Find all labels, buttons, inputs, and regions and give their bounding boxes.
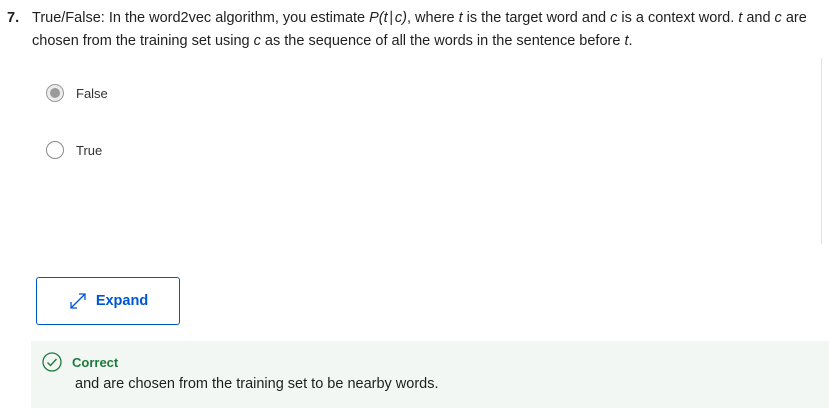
question-text-segment: , where bbox=[407, 10, 459, 26]
quiz-page: 7. True/False: In the word2vec algorithm… bbox=[0, 0, 829, 415]
option-false[interactable]: False bbox=[46, 84, 108, 102]
question-text-segment: is a context word. bbox=[617, 10, 739, 26]
question-math: c bbox=[774, 10, 782, 26]
question-text-segment: . bbox=[628, 33, 633, 49]
option-true[interactable]: True bbox=[46, 141, 102, 159]
question-math: P(t∣c) bbox=[369, 10, 407, 26]
option-true-label: True bbox=[76, 142, 103, 158]
feedback-panel: Correct and are chosen from the training… bbox=[31, 341, 829, 408]
radio-selected-dot bbox=[50, 88, 60, 98]
radio-true[interactable] bbox=[46, 141, 64, 159]
question-text-segment: as the sequence of all the words in the … bbox=[260, 33, 625, 49]
feedback-status: Correct bbox=[72, 355, 119, 370]
content-divider bbox=[821, 58, 822, 244]
question-text-segment: True/False: In the word2vec algorithm, y… bbox=[32, 10, 370, 26]
check-circle-icon bbox=[42, 352, 62, 372]
expand-arrows-icon bbox=[70, 293, 86, 309]
expand-button[interactable]: Expand bbox=[36, 277, 180, 325]
question-text-segment: and bbox=[742, 10, 775, 26]
expand-label: Expand bbox=[95, 293, 149, 309]
question-block: 7. True/False: In the word2vec algorithm… bbox=[7, 7, 817, 53]
question-text: True/False: In the word2vec algorithm, y… bbox=[32, 7, 817, 53]
question-text-segment: is the target word and bbox=[462, 10, 611, 26]
question-number: 7. bbox=[7, 10, 20, 26]
question-math: c bbox=[253, 33, 261, 49]
feedback-text: and are chosen from the training set to … bbox=[75, 376, 439, 392]
option-false-label: False bbox=[76, 85, 108, 101]
radio-false[interactable] bbox=[46, 84, 64, 102]
